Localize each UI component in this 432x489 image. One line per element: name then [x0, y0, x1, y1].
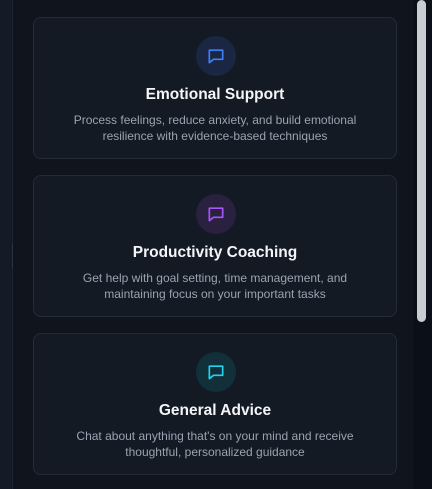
card-emotional-support[interactable]: Emotional Support Process feelings, redu… [33, 17, 397, 159]
card-icon-badge [196, 36, 236, 76]
card-title: Productivity Coaching [132, 244, 298, 261]
card-title: Emotional Support [145, 86, 285, 103]
app-window: Emotional Support Process feelings, redu… [0, 0, 432, 489]
card-icon-badge [196, 352, 236, 392]
chat-bubble-icon [208, 207, 224, 222]
card-general-advice[interactable]: General Advice Chat about anything that'… [33, 333, 397, 475]
scrollbar-thumb[interactable] [417, 0, 426, 322]
card-description: Process feelings, reduce anxiety, and bu… [73, 113, 357, 143]
assistant-mode-list: Emotional Support Process feelings, redu… [13, 0, 413, 489]
card-productivity-coaching[interactable]: Productivity Coaching Get help with goal… [33, 175, 397, 317]
card-title: General Advice [158, 402, 272, 419]
chat-bubble-icon [208, 49, 224, 64]
card-icon-badge [196, 194, 236, 234]
chat-bubble-icon [208, 365, 224, 380]
card-description: Chat about anything that's on your mind … [76, 429, 354, 459]
card-description: Get help with goal setting, time managem… [82, 271, 348, 301]
